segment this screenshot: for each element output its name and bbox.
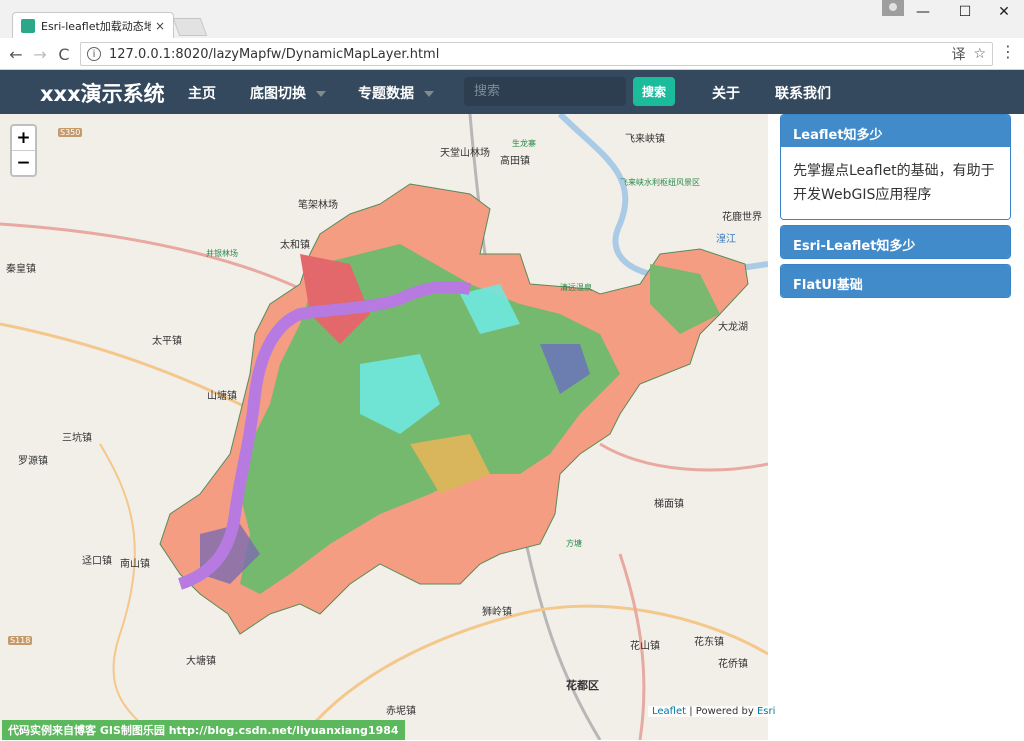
map-label: 花侨镇 [718, 659, 748, 670]
app-navbar: xxx演示系统 主页 底图切换 专题数据 搜索 关于 联系我们 [0, 70, 1024, 114]
map-label: 花东镇 [694, 637, 724, 648]
panel-heading-esri-leaflet[interactable]: Esri-Leaflet知多少 [781, 226, 1010, 258]
panel-leaflet: Leaflet知多少 先掌握点Leaflet的基础，有助于开发WebGIS应用程… [780, 114, 1011, 220]
map-label: 花鹿世界 [722, 212, 762, 223]
map-label: 秦皇镇 [6, 264, 36, 275]
map-label: 生龙寨 [512, 139, 536, 148]
map-label: 罗源镇 [18, 456, 48, 467]
esri-link[interactable]: Esri [757, 706, 775, 717]
map-label: 井银林场 [206, 249, 238, 258]
map-label: 山塘镇 [207, 391, 237, 402]
translate-icon[interactable]: 译 [951, 44, 965, 64]
map-label: 方塘 [566, 539, 582, 548]
panel-body-leaflet: 先掌握点Leaflet的基础，有助于开发WebGIS应用程序 [781, 147, 1010, 219]
map-label: 狮岭镇 [482, 607, 512, 618]
panel-esri-leaflet: Esri-Leaflet知多少 [780, 225, 1011, 259]
map-label: 赤坭镇 [386, 706, 416, 717]
browser-toolbar: ← → C i 127.0.0.1:8020/lazyMapfw/Dynamic… [0, 38, 1024, 70]
nav-home[interactable]: 主页 [188, 83, 216, 103]
profile-icon[interactable] [882, 0, 904, 16]
nav-thematic-dropdown[interactable]: 专题数据 [358, 83, 434, 103]
map-label: 花山镇 [630, 641, 660, 652]
maximize-button[interactable]: ☐ [945, 0, 985, 24]
url-text[interactable]: 127.0.0.1:8020/lazyMapfw/DynamicMapLayer… [109, 47, 943, 62]
new-tab-button[interactable] [172, 18, 208, 36]
info-icon[interactable]: i [87, 47, 101, 61]
map-label: 清远温泉 [560, 283, 592, 292]
road [599, 442, 768, 472]
caret-down-icon [316, 91, 326, 97]
nav-thematic-label: 专题数据 [358, 86, 414, 102]
map-label: 笔架林场 [298, 200, 338, 211]
map-label: 迳口镇 [82, 556, 112, 567]
search-button[interactable]: 搜索 [633, 77, 675, 106]
map-label: 梯面镇 [654, 499, 684, 510]
road-shield: S350 [58, 128, 83, 137]
back-button[interactable]: ← [4, 42, 28, 66]
favicon-icon [21, 18, 35, 33]
nav-basemap-dropdown[interactable]: 底图切换 [250, 83, 326, 103]
leaflet-link[interactable]: Leaflet [652, 706, 686, 717]
map-label: 湟江 [716, 234, 736, 245]
map-label: 飞来峡水利枢纽风景区 [620, 178, 700, 187]
road-shield: S118 [8, 636, 33, 645]
map-label: 飞来峡镇 [625, 134, 665, 145]
zoom-out-button[interactable]: − [12, 150, 35, 174]
search-input[interactable] [464, 77, 626, 106]
minimize-button[interactable]: — [903, 0, 943, 24]
map-label: 太平镇 [152, 336, 182, 347]
browser-titlebar: Esri-leaflet加载动态地图 × — ☐ ✕ [0, 0, 1024, 38]
nav-basemap-label: 底图切换 [250, 86, 306, 102]
map-label: 大龙湖 [718, 322, 748, 333]
map-attribution: Leaflet | Powered by Esri [648, 706, 780, 717]
map-label: 太和镇 [280, 240, 310, 251]
map-label: 高田镇 [500, 156, 530, 167]
panel-flatui: FlatUI基础 [780, 264, 1011, 298]
browser-tab[interactable]: Esri-leaflet加载动态地图 × [12, 12, 174, 38]
forward-button[interactable]: → [28, 42, 52, 66]
map-label: 花都区 [566, 679, 599, 692]
bookmark-star-icon[interactable]: ☆ [973, 46, 986, 62]
sidebar-accordion: Leaflet知多少 先掌握点Leaflet的基础，有助于开发WebGIS应用程… [780, 114, 1011, 303]
map-label: 大塘镇 [186, 656, 216, 667]
panel-heading-leaflet[interactable]: Leaflet知多少 [781, 115, 1010, 147]
zoom-control: + − [10, 124, 37, 177]
blog-credit-banner: 代码实例来自博客 GIS制图乐园 http://blog.csdn.net/li… [2, 720, 405, 740]
brand-title[interactable]: xxx演示系统 [40, 78, 165, 108]
reload-button[interactable]: C [52, 42, 76, 66]
attribution-text: | Powered by [686, 706, 757, 717]
zoom-in-button[interactable]: + [12, 126, 35, 150]
browser-menu-icon[interactable]: ⋮ [1000, 42, 1016, 61]
address-bar[interactable]: i 127.0.0.1:8020/lazyMapfw/DynamicMapLay… [80, 42, 993, 66]
tab-close-icon[interactable]: × [155, 19, 165, 33]
map-label: 三坑镇 [62, 433, 92, 444]
tab-title: Esri-leaflet加载动态地图 [41, 19, 151, 33]
nav-about[interactable]: 关于 [712, 83, 740, 103]
close-window-button[interactable]: ✕ [984, 0, 1024, 24]
panel-heading-flatui[interactable]: FlatUI基础 [781, 265, 1010, 297]
road [99, 443, 161, 740]
map-view[interactable]: 天堂山林场 高田镇 飞来峡镇 生龙寨 飞来峡水利枢纽风景区 花鹿世界 湟江 笔架… [0, 114, 768, 740]
caret-down-icon [424, 91, 434, 97]
map-label: 天堂山林场 [440, 148, 490, 159]
map-label: 南山镇 [120, 559, 150, 570]
nav-contact[interactable]: 联系我们 [775, 83, 831, 103]
